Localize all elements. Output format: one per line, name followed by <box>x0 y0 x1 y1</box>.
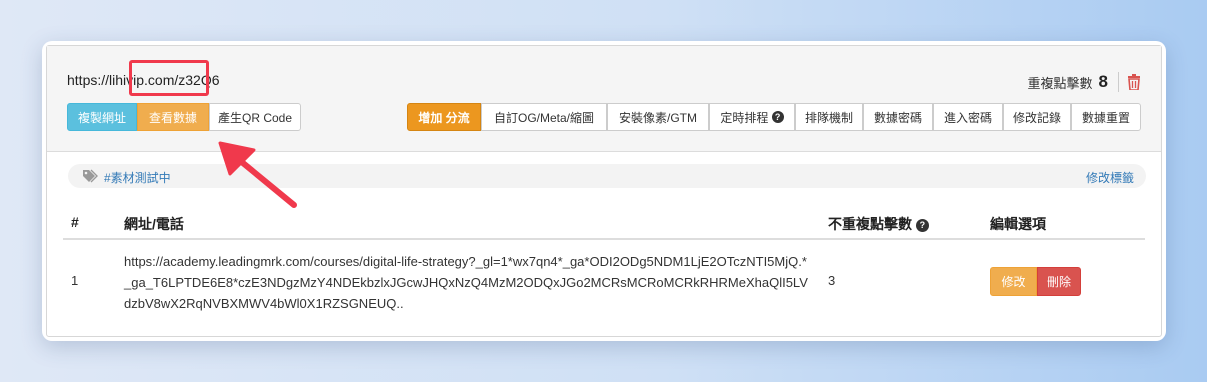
col-header-unique-clicks: 不重複點擊數 ? <box>828 214 929 234</box>
tag-icon <box>82 169 98 188</box>
col-header-edit-options: 編輯選項 <box>990 216 1046 232</box>
col-header-index: # <box>71 214 79 230</box>
edit-tags-link[interactable]: 修改標籤 <box>1086 169 1134 186</box>
delete-row-button[interactable]: 刪除 <box>1037 267 1081 296</box>
view-stats-button[interactable]: 查看數據 <box>137 103 209 131</box>
short-url[interactable]: https://lihivip.com/z32Q6 <box>67 72 220 88</box>
header-divider <box>63 238 1145 240</box>
clicks-label: 重複點擊數 <box>1027 75 1093 91</box>
entry-password-button[interactable]: 進入密碼 <box>933 103 1003 131</box>
unique-clicks-label: 不重複點擊數 <box>828 216 912 232</box>
click-stats: 重複點擊數 8 <box>1028 72 1141 92</box>
add-split-button[interactable]: 增加 分流 <box>407 103 481 131</box>
qr-code-button[interactable]: 產生QR Code <box>209 103 301 131</box>
row-index: 1 <box>71 273 79 288</box>
help-icon: ? <box>771 111 784 123</box>
clicks-value: 8 <box>1098 72 1108 91</box>
edit-history-button[interactable]: 修改記錄 <box>1003 103 1071 131</box>
row-unique-clicks: 3 <box>828 273 836 288</box>
schedule-label: 定時排程 <box>720 110 769 125</box>
help-icon: ? <box>915 218 929 232</box>
queue-button[interactable]: 排隊機制 <box>795 103 863 131</box>
custom-og-button[interactable]: 自訂OG/Meta/縮圖 <box>481 103 607 131</box>
stats-password-button[interactable]: 數據密碼 <box>863 103 933 131</box>
schedule-button[interactable]: 定時排程 ? <box>709 103 795 131</box>
col-header-url: 網址/電話 <box>124 216 184 232</box>
tag-label[interactable]: #素材測試中 <box>104 169 171 186</box>
copy-url-button[interactable]: 複製網址 <box>67 103 137 131</box>
annotation-arrow-icon <box>218 141 297 208</box>
reset-stats-button[interactable]: 數據重置 <box>1071 103 1141 131</box>
divider <box>1118 72 1119 92</box>
edit-row-button[interactable]: 修改 <box>990 267 1037 296</box>
row-url: https://academy.leadingmrk.com/courses/d… <box>124 254 808 311</box>
trash-icon[interactable] <box>1127 74 1141 91</box>
pixel-gtm-button[interactable]: 安裝像素/GTM <box>607 103 709 131</box>
